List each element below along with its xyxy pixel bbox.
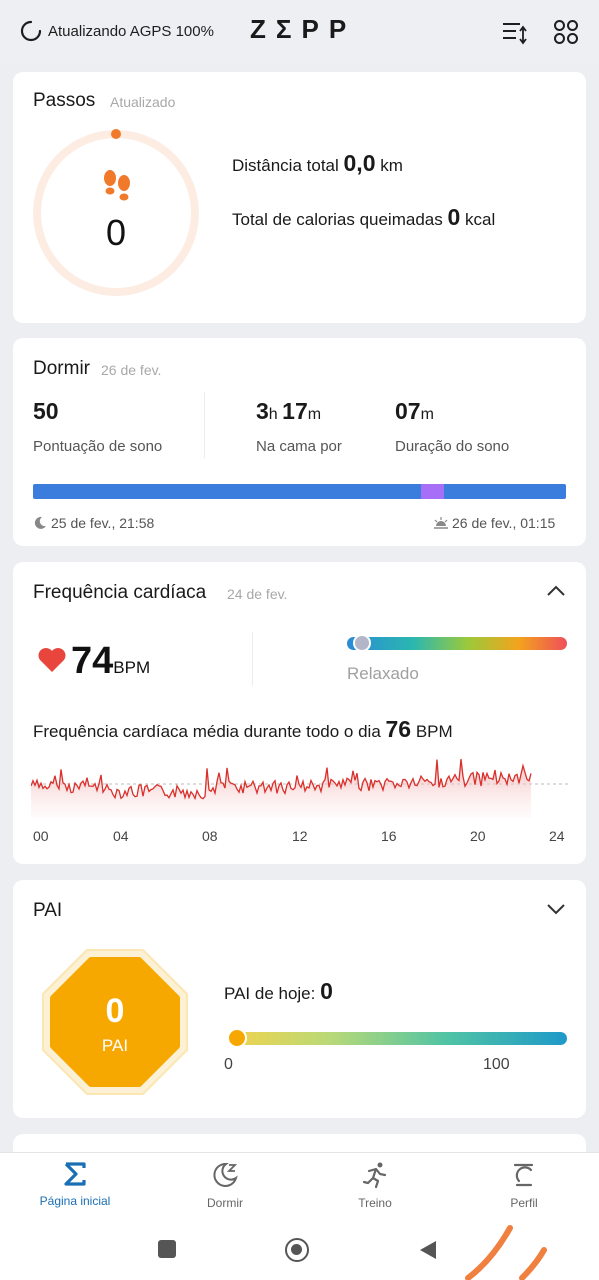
nav-sleep[interactable]: Dormir <box>155 1161 295 1210</box>
steps-title: Passos <box>33 90 96 111</box>
calories-unit: kcal <box>465 210 496 229</box>
top-bar: Atualizando AGPS 100% ZΣPP <box>0 0 599 64</box>
distance-unit: km <box>380 156 403 175</box>
system-navigation-bar <box>0 1220 599 1280</box>
heart-rate-chart <box>31 758 571 818</box>
heart-icon <box>38 648 66 672</box>
nav-home-label: Página inicial <box>39 1194 111 1208</box>
bottom-navigation: Página inicial Dormir Treino Perfil <box>0 1152 599 1221</box>
pai-today-label: PAI de hoje: <box>224 984 316 1003</box>
calories-label: Total de calorias queimadas <box>232 210 443 229</box>
pai-scale-min: 0 <box>224 1056 233 1073</box>
heart-rate-area <box>31 759 531 818</box>
bed-hours: 3 <box>256 398 269 424</box>
heart-rate-card[interactable]: Frequência cardíaca 24 de fev. 74BPM Rel… <box>13 562 586 864</box>
sort-cards-icon[interactable] <box>500 18 528 46</box>
heart-divider <box>252 632 253 686</box>
sleep-end-time: 26 de fev., 01:15 <box>452 515 556 531</box>
x-tick: 24 <box>549 828 565 844</box>
sleep-card[interactable]: Dormir 26 de fev. 50 Pontuação de sono 3… <box>13 338 586 546</box>
heart-avg-label: Frequência cardíaca média durante todo o… <box>33 722 381 741</box>
sleep-divider <box>204 392 205 458</box>
chevron-up-icon[interactable] <box>546 584 566 598</box>
app-logo: ZΣPP <box>250 14 357 44</box>
bed-minutes: 17 <box>282 398 308 424</box>
calories-row: Total de calorias queimadas 0 kcal <box>232 204 495 231</box>
distance-label: Distância total <box>232 156 339 175</box>
heart-zone-label: Relaxado <box>347 664 419 683</box>
sync-status-text: Atualizando AGPS 100% <box>48 22 214 40</box>
profile-icon <box>513 1163 534 1187</box>
home-button-dot <box>291 1244 302 1255</box>
moon-icon <box>34 516 46 529</box>
duration-value: 07 <box>395 398 421 424</box>
nav-home[interactable]: Página inicial <box>5 1161 145 1208</box>
apps-grid-icon[interactable] <box>552 18 580 46</box>
sync-status: Atualizando AGPS 100% <box>20 20 214 42</box>
x-tick: 08 <box>202 828 218 844</box>
nav-profile-label: Perfil <box>510 1196 538 1210</box>
heart-zone-marker <box>353 634 371 652</box>
pai-badge-label: PAI <box>101 1036 129 1055</box>
heart-current: 74BPM <box>71 640 150 683</box>
pai-value: 0 <box>105 992 125 1030</box>
hand-drawn-mark <box>465 1225 547 1280</box>
x-tick: 12 <box>292 828 308 844</box>
sync-spinner-icon <box>20 20 42 42</box>
sleep-start-time: 25 de fev., 21:58 <box>51 515 155 531</box>
home-button[interactable] <box>285 1238 309 1262</box>
pai-today-row: PAI de hoje: 0 <box>224 978 333 1005</box>
nav-workout-label: Treino <box>358 1196 392 1210</box>
footprints-icon <box>104 170 130 201</box>
x-tick: 04 <box>113 828 129 844</box>
x-tick: 20 <box>470 828 486 844</box>
pai-today-value: 0 <box>320 978 333 1004</box>
sleep-bed-label: Na cama por <box>256 438 342 455</box>
sleep-score-label: Pontuação de sono <box>33 438 163 455</box>
nav-sleep-label: Dormir <box>207 1196 243 1210</box>
home-sigma-icon <box>64 1162 86 1186</box>
sleep-score-value: 50 <box>33 398 59 424</box>
pai-title: PAI <box>33 900 63 921</box>
bed-h-unit: h <box>268 406 278 423</box>
distance-row: Distância total 0,0 km <box>232 150 403 177</box>
pai-scale-max: 100 <box>483 1056 510 1073</box>
sleep-bed-time: 3h 17m <box>256 398 321 425</box>
sleep-moon-icon <box>213 1162 238 1187</box>
heart-title: Frequência cardíaca <box>33 582 207 603</box>
steps-card[interactable]: Passos Atualizado 0 Distância total 0,0 … <box>13 72 586 323</box>
back-button[interactable] <box>418 1239 438 1261</box>
bed-m-unit: m <box>307 406 322 423</box>
steps-status: Atualizado <box>110 94 176 110</box>
x-tick: 16 <box>381 828 397 844</box>
heart-bpm-unit: BPM <box>113 658 151 677</box>
running-icon <box>362 1162 387 1189</box>
heart-average-row: Frequência cardíaca média durante todo o… <box>33 716 453 743</box>
steps-count: 0 <box>105 212 127 253</box>
pai-progress-marker <box>227 1028 247 1048</box>
heart-x-axis: 00 04 08 12 16 20 24 <box>13 828 586 846</box>
chevron-down-icon[interactable] <box>546 902 566 916</box>
sleep-duration: 07m <box>395 398 434 425</box>
distance-value: 0,0 <box>343 150 376 176</box>
pai-progress-bar <box>228 1032 567 1045</box>
sunrise-icon <box>434 517 448 529</box>
sleep-awake-segment <box>421 484 444 499</box>
sleep-title: Dormir <box>33 358 90 379</box>
calories-value: 0 <box>447 204 461 230</box>
pai-card[interactable]: PAI 0 PAI PAI de hoje: 0 0 100 <box>13 880 586 1118</box>
sleep-duration-label: Duração do sono <box>395 438 510 455</box>
sleep-date: 26 de fev. <box>101 362 162 378</box>
duration-unit: m <box>420 406 434 423</box>
nav-profile[interactable]: Perfil <box>454 1161 594 1210</box>
heart-date: 24 de fev. <box>227 586 288 602</box>
heart-avg-value: 76 <box>385 716 412 742</box>
x-tick: 00 <box>33 828 49 844</box>
heart-avg-unit: BPM <box>415 722 453 741</box>
heart-bpm-value: 74 <box>71 640 114 682</box>
heart-zone-gradient <box>347 637 567 650</box>
sleep-stage-bar <box>33 484 566 499</box>
nav-workout[interactable]: Treino <box>305 1161 445 1210</box>
recents-button[interactable] <box>158 1240 176 1258</box>
